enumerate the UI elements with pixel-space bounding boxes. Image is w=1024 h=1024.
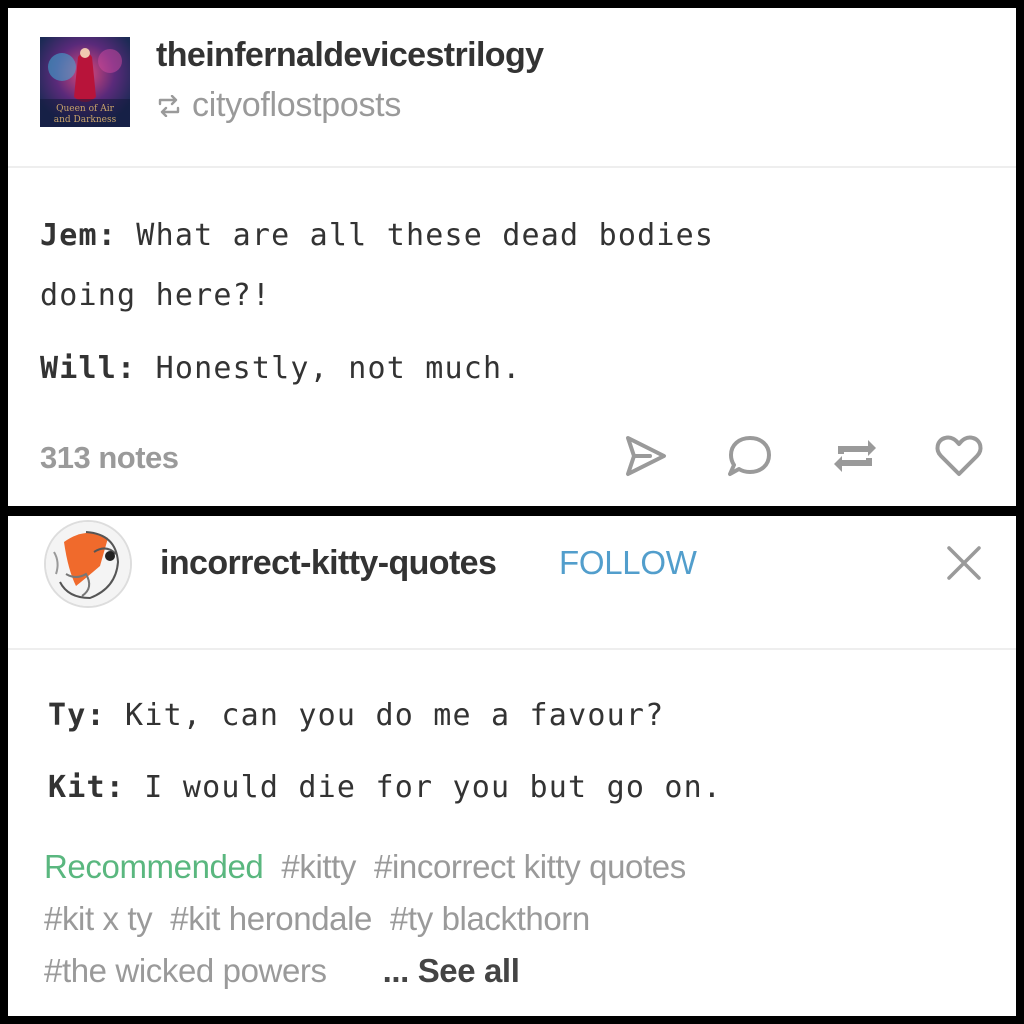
speaker-label: Ty:	[48, 698, 106, 733]
dialogue-line: Will: Honestly, not much.	[40, 351, 522, 386]
tags-row: Recommended #kitty #incorrect kitty quotes	[44, 848, 704, 886]
post-2: incorrect-kitty-quotes FOLLOW Ty: Kit, c…	[8, 516, 1016, 1016]
reblog-button[interactable]	[830, 432, 880, 485]
tags-row: #kit x ty #kit herondale #ty blackthorn	[44, 900, 608, 938]
tag[interactable]: #ty blackthorn	[390, 900, 590, 937]
share-icon	[626, 436, 666, 476]
tag[interactable]: #kit herondale	[170, 900, 372, 937]
avatar-title-line-2: and Darkness	[54, 115, 117, 125]
line-text: Kit, can you do me a favour?	[105, 698, 665, 733]
dialogue-line: Ty: Kit, can you do me a favour?	[48, 698, 664, 733]
line-text: What are all these dead bodies	[117, 218, 715, 253]
tag[interactable]: #kit x ty	[44, 900, 153, 937]
speaker-label: Jem:	[40, 218, 118, 253]
share-button[interactable]	[620, 432, 670, 485]
dismiss-button[interactable]	[943, 542, 985, 589]
blog-avatar[interactable]	[44, 520, 132, 608]
like-icon	[935, 435, 983, 476]
recommended-label: Recommended	[44, 848, 264, 885]
dialogue-line: Kit: I would die for you but go on.	[48, 770, 722, 805]
like-button[interactable]	[933, 432, 985, 485]
avatar-image	[46, 522, 130, 606]
dialogue-line: Jem: What are all these dead bodies	[40, 218, 714, 253]
reblog-source[interactable]: cityoflostposts	[156, 86, 401, 125]
header-divider	[8, 648, 1016, 650]
line-text: Honestly, not much.	[136, 351, 522, 386]
tags-row: #the wicked powers ... See all	[44, 952, 537, 990]
close-icon	[947, 546, 981, 580]
avatar-title-line-1: Queen of Air	[56, 104, 114, 114]
speaker-label: Will:	[40, 351, 137, 386]
follow-button[interactable]: FOLLOW	[559, 544, 697, 582]
header-divider	[8, 166, 1016, 168]
reply-icon	[728, 436, 771, 476]
blog-avatar[interactable]: Queen of Air and Darkness	[40, 37, 130, 127]
reply-button[interactable]	[725, 432, 775, 485]
reblog-icon	[834, 440, 876, 472]
notes-count[interactable]: 313 notes	[40, 440, 179, 476]
blog-name[interactable]: theinfernaldevicestrilogy	[156, 36, 544, 75]
post-1: Queen of Air and Darkness theinfernaldev…	[8, 8, 1016, 506]
avatar-image: Queen of Air and Darkness	[40, 37, 130, 127]
blog-name[interactable]: incorrect-kitty-quotes	[160, 544, 497, 583]
tag[interactable]: #incorrect kitty quotes	[374, 848, 686, 885]
line-text: doing here?!	[40, 278, 272, 313]
tag[interactable]: #the wicked powers	[44, 952, 327, 989]
tag[interactable]: #kitty	[281, 848, 356, 885]
reblogged-from-name: cityoflostposts	[192, 86, 402, 124]
line-text: I would die for you but go on.	[125, 770, 723, 805]
speaker-label: Kit:	[48, 770, 126, 805]
see-all-link[interactable]: ... See all	[383, 952, 520, 989]
reblog-small-icon	[158, 94, 180, 117]
dialogue-line: doing here?!	[40, 278, 271, 313]
